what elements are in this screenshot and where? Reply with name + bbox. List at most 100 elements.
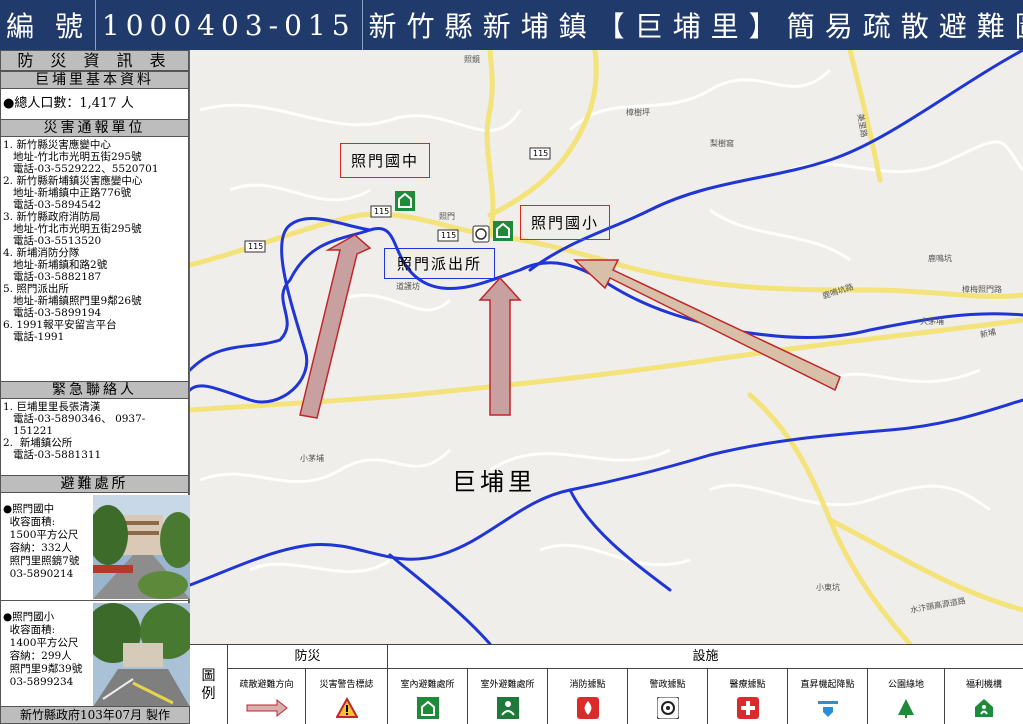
title-char: 避 <box>938 10 977 43</box>
place-label: 鹿鳴坑 <box>928 254 952 263</box>
agency-line: 地址-竹北市光明五街295號 <box>3 223 142 235</box>
title-char: 【 <box>596 10 635 43</box>
place-label: 小東坑 <box>816 583 840 592</box>
evacuation-arrow-icon <box>246 697 288 719</box>
legend-item-label: 公園綠地 <box>887 680 924 690</box>
footer-note: 新竹縣政府103年07月 製作 <box>0 706 190 724</box>
legend-item-label: 疏散避難方向 <box>239 680 294 690</box>
park-icon <box>895 697 917 719</box>
road-shield: 115 <box>374 207 390 216</box>
legend-group-facility: 設施 <box>388 645 1023 669</box>
contact-line: 電話-03-5881311 <box>3 449 102 461</box>
title-char: 埔 <box>672 10 711 43</box>
info-sidebar: 防 災 資 訊 表 巨埔里基本資料 ●總人口數：1,417 人 災害通報單位 1… <box>0 50 190 724</box>
legend-item-label: 醫療據點 <box>729 680 766 690</box>
legend-item-label: 直昇機起降點 <box>800 680 855 690</box>
title-bar: 編 號 1000403-015 新竹縣新埔鎮【巨埔里】簡易疏散避難圖 <box>0 0 1023 50</box>
basic-header: 巨埔里基本資料 <box>0 71 189 89</box>
population: ●總人口數：1,417 人 <box>0 89 189 119</box>
indoor-shelter-icon <box>493 221 513 241</box>
indoor-shelter-icon <box>416 697 439 719</box>
legend-item: 室外避難處所 <box>468 669 548 724</box>
place-label: 照門 <box>439 212 455 221</box>
fire-station-icon <box>576 697 599 719</box>
contact-line: 電話-03-5890346、 0937- <box>3 413 146 425</box>
title-char: 巨 <box>634 10 673 43</box>
agency-line: 5. 照門派出所 <box>3 283 69 295</box>
warning-triangle-icon <box>334 696 359 719</box>
road-shield: 115 <box>441 231 457 240</box>
legend-item: 警政據點 <box>628 669 708 724</box>
agency-line: 4. 新埔消防分隊 <box>3 247 80 259</box>
title-char: 縣 <box>444 10 483 43</box>
helipad-icon <box>817 697 839 719</box>
legend-label-char: 圖 <box>201 668 216 684</box>
contact-line: 2. 新埔鎮公所 <box>3 437 73 449</box>
legend-item: 福利機構 <box>945 669 1023 724</box>
indoor-shelter-icon <box>395 191 415 211</box>
info-header: 防 災 資 訊 表 <box>0 50 189 71</box>
contact-header: 緊急聯絡人 <box>0 381 189 399</box>
legend: 圖 例 防災 設施 疏散避難方向 災害警告標誌 室內避難處所 室外避難處所 消防據點 警政… <box>190 644 1023 724</box>
contact-line: 151221 <box>3 425 54 437</box>
agency-line: 電話-03-5529222、5520701 <box>3 163 159 175</box>
shelter-label-jh: 照門國中 <box>340 143 431 178</box>
shelter-text: ●照門國小 收容面積: 1400平方公尺 容納：299人 照門里9鄰39號 03… <box>3 611 83 688</box>
shelter-text: ●照門國中 收容面積: 1500平方公尺 容納：332人 照門里照鏡7號 03-… <box>3 503 80 580</box>
agency-line: 電話-03-5882187 <box>3 271 102 283</box>
title-char: 鎮 <box>558 10 597 43</box>
title-char: 易 <box>824 10 863 43</box>
legend-item-label: 災害警告標誌 <box>319 680 374 690</box>
legend-item: 直昇機起降點 <box>788 669 868 724</box>
place-label: 小茅埔 <box>300 454 324 463</box>
title-char: 竹 <box>406 10 445 43</box>
legend-item-label: 室外避難處所 <box>480 680 535 690</box>
title-char: 新 <box>482 10 521 43</box>
shelter-label-es: 照門國小 <box>520 205 611 240</box>
shelter-photo <box>93 495 190 599</box>
title-char: 新 <box>368 10 407 43</box>
agency-line: 6. 1991報平安留言平台 <box>3 319 117 331</box>
agency-list: 1. 新竹縣災害應變中心 地址-竹北市光明五街295號 電話-03-552922… <box>0 137 189 381</box>
title-code: 1000403-015 <box>96 0 363 50</box>
map-area[interactable]: 115 115 115 115 照鏡 樟樹坪 梨樹窩 照門 道護坊 鹿鳴坑 鹿鳴… <box>190 50 1023 644</box>
outdoor-shelter-icon <box>496 697 519 719</box>
legend-group-disaster: 防災 <box>228 645 388 669</box>
place-label: 樟樹坪 <box>626 108 650 117</box>
road-shield: 115 <box>533 149 549 158</box>
road-shield: 115 <box>248 242 264 251</box>
title-prefix: 編 號 <box>0 0 96 50</box>
police-icon <box>656 696 679 720</box>
shelter-item: ●照門國中 收容面積: 1500平方公尺 容納：332人 照門里照鏡7號 03-… <box>0 493 190 601</box>
title-char: 】 <box>748 10 787 43</box>
agency-line: 地址-新埔鎮和路2號 <box>3 259 108 271</box>
legend-label-char: 例 <box>201 686 216 702</box>
agency-line: 2. 新竹縣新埔鎮災害應變中心 <box>3 175 143 187</box>
title-char: 圖 <box>1015 5 1023 45</box>
agency-line: 3. 新竹縣政府消防局 <box>3 211 101 223</box>
road-label: 樟梅照門路 <box>962 285 1002 294</box>
place-label: 梨樹窩 <box>710 139 734 148</box>
legend-label: 圖 例 <box>190 645 228 724</box>
legend-item-label: 消防據點 <box>569 680 606 690</box>
agency-header: 災害通報單位 <box>0 119 189 137</box>
legend-item: 公園綠地 <box>868 669 945 724</box>
agency-line: 電話-03-5899194 <box>3 307 102 319</box>
police-icon <box>472 225 490 243</box>
title-char: 里 <box>710 10 749 43</box>
legend-item: 消防據點 <box>548 669 628 724</box>
legend-item: 災害警告標誌 <box>306 669 388 724</box>
title-char: 埔 <box>520 10 559 43</box>
contact-line: 1. 巨埔里里長張清漢 <box>3 401 101 413</box>
map-canvas <box>190 50 1023 644</box>
title-char: 散 <box>900 10 939 43</box>
agency-line: 地址-新埔鎮中正路776號 <box>3 187 132 199</box>
shelter-item: ●照門國小 收容面積: 1400平方公尺 容納：299人 照門里9鄰39號 03… <box>0 601 190 709</box>
title-char: 疏 <box>862 10 901 43</box>
legend-item: 室內避難處所 <box>388 669 468 724</box>
agency-line: 1. 新竹縣災害應變中心 <box>3 139 111 151</box>
legend-item: 疏散避難方向 <box>228 669 306 724</box>
title-char: 難 <box>976 10 1015 43</box>
agency-line: 地址-竹北市光明五街295號 <box>3 151 142 163</box>
agency-line: 電話-03-5513520 <box>3 235 102 247</box>
